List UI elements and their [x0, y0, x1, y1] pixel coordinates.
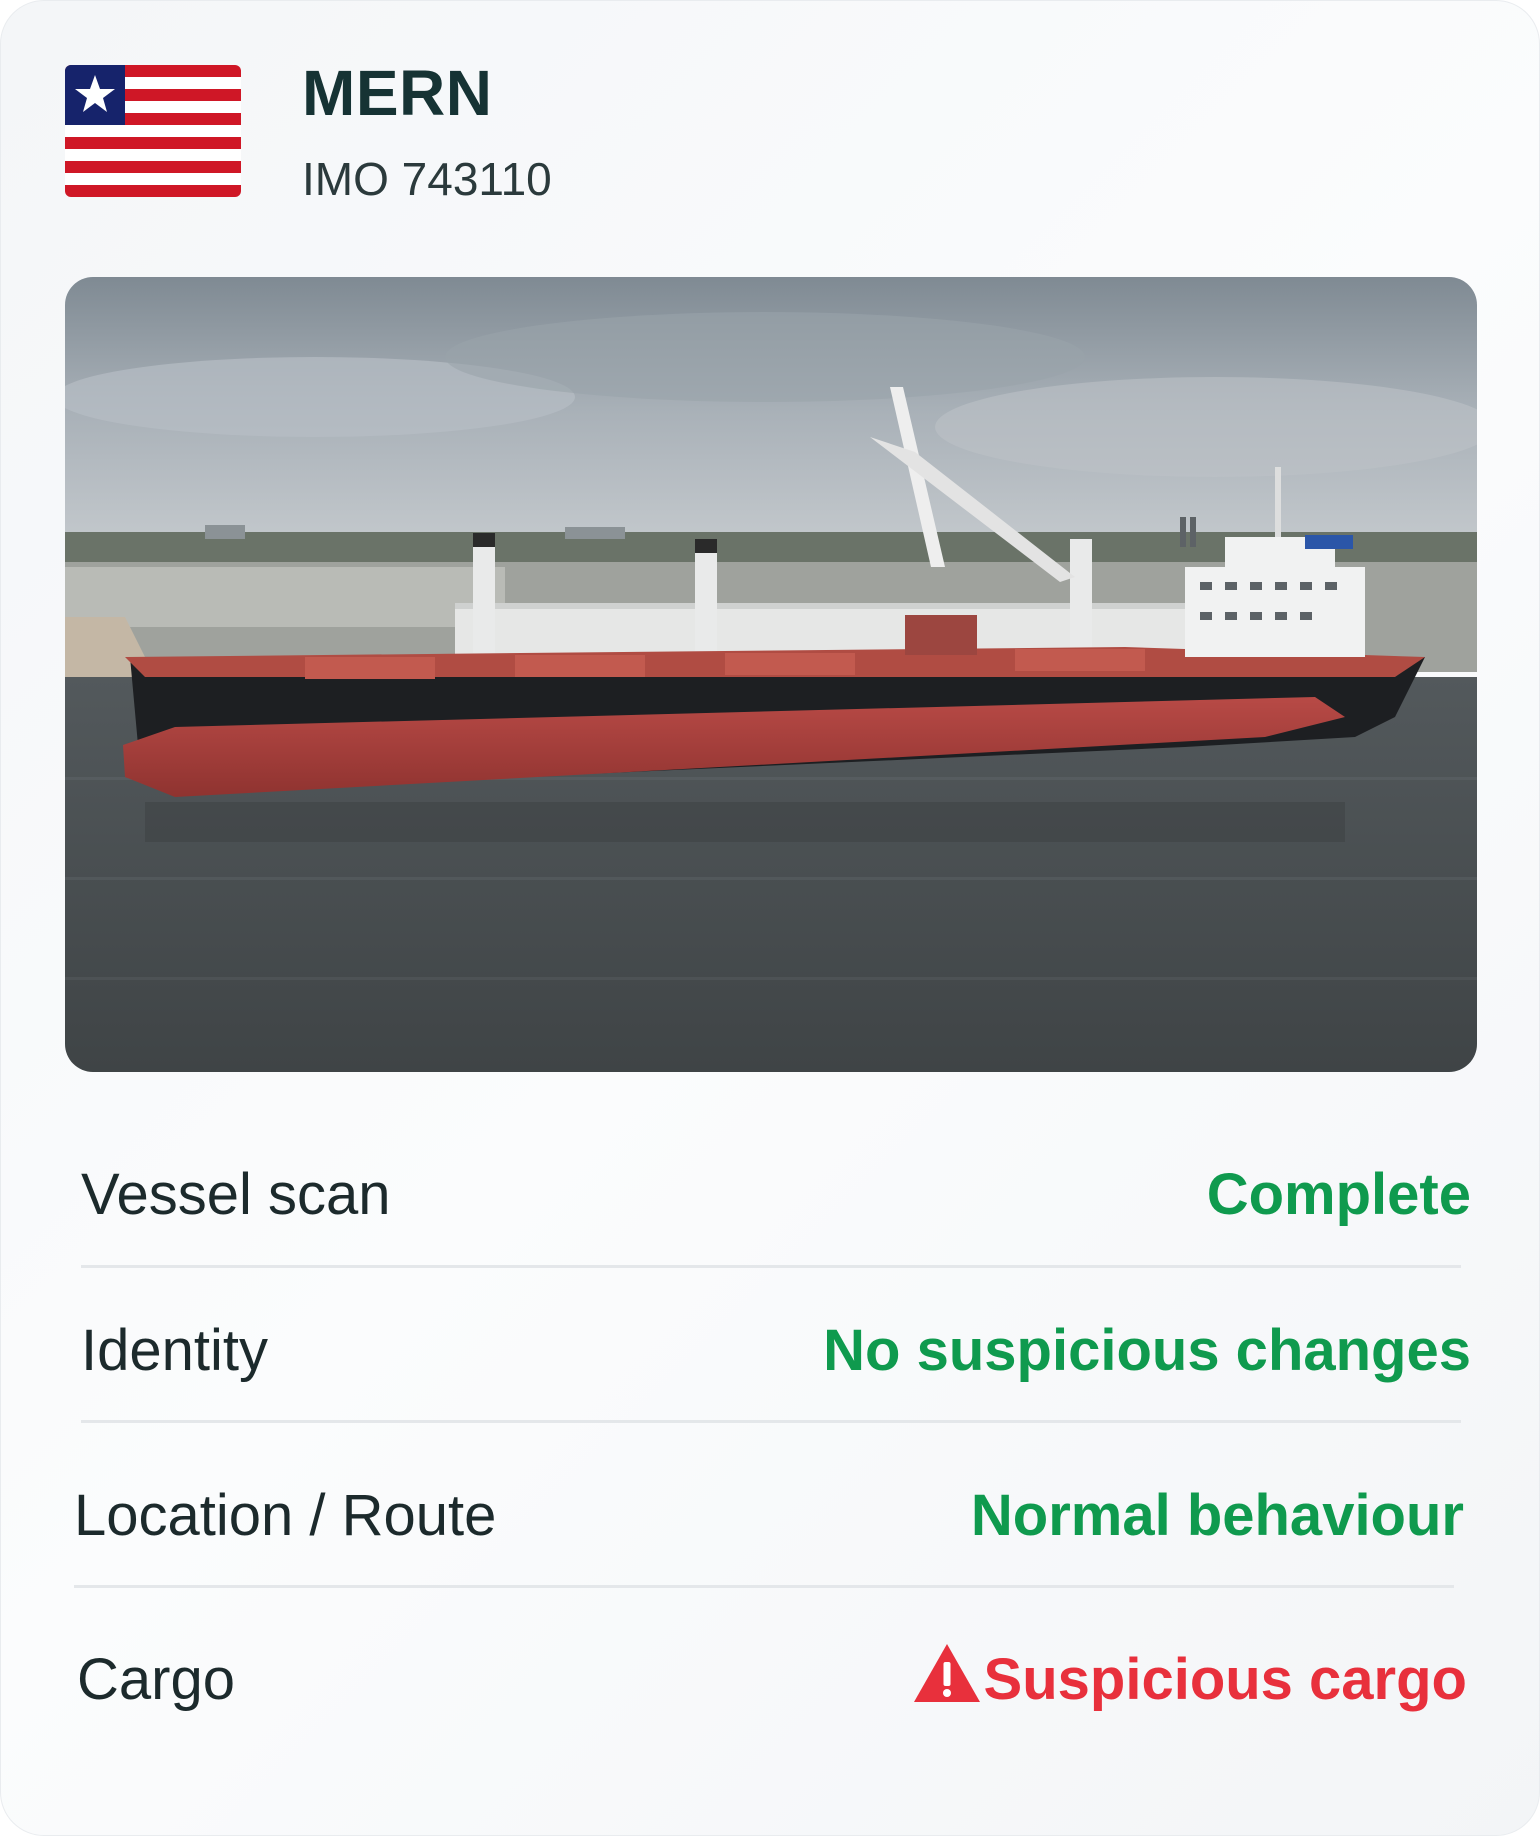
- vessel-card: MERN IMO 743110 Vessel scan Complete Ide…: [0, 0, 1540, 1836]
- row-label-identity: Identity: [81, 1318, 268, 1383]
- vessel-imo-number: IMO 743110: [302, 153, 552, 205]
- row-divider: [74, 1585, 1454, 1588]
- row-label-cargo: Cargo: [77, 1647, 235, 1712]
- liberia-flag-icon: [65, 65, 241, 197]
- row-label-vessel-scan: Vessel scan: [81, 1162, 391, 1227]
- status-vessel-scan: Complete: [1206, 1162, 1471, 1227]
- status-identity: No suspicious changes: [823, 1318, 1471, 1383]
- status-cargo: Suspicious cargo: [983, 1647, 1467, 1712]
- status-location-route: Normal behaviour: [970, 1483, 1464, 1548]
- row-divider: [81, 1265, 1461, 1268]
- vessel-name: MERN: [302, 57, 493, 129]
- warning-triangle-icon: [912, 1642, 982, 1704]
- row-divider: [81, 1420, 1461, 1423]
- ship-photo: [65, 277, 1477, 1072]
- row-label-location-route: Location / Route: [74, 1483, 497, 1548]
